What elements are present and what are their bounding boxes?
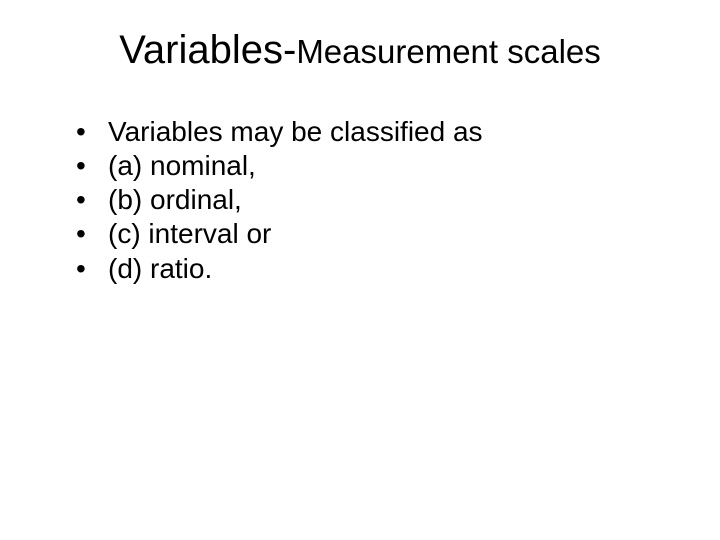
bullet-icon: • [76,183,108,217]
list-item: • (d) ratio. [76,252,670,286]
bullet-icon: • [76,217,108,251]
list-item: • (c) interval or [76,217,670,251]
bullet-text: (c) interval or [108,217,670,251]
title-main: Variables- [119,28,296,72]
list-item: • (a) nominal, [76,149,670,183]
list-item: • (b) ordinal, [76,183,670,217]
bullet-icon: • [76,149,108,183]
list-item: • Variables may be classified as [76,115,670,149]
bullet-icon: • [76,252,108,286]
bullet-text: (b) ordinal, [108,183,670,217]
bullet-icon: • [76,115,108,149]
bullet-text: Variables may be classified as [108,115,670,149]
slide-title: Variables-Measurement scales [50,28,670,73]
bullet-text: (d) ratio. [108,252,670,286]
bullet-text: (a) nominal, [108,149,670,183]
title-sub: Measurement scales [296,33,600,70]
bullet-list: • Variables may be classified as • (a) n… [50,115,670,286]
